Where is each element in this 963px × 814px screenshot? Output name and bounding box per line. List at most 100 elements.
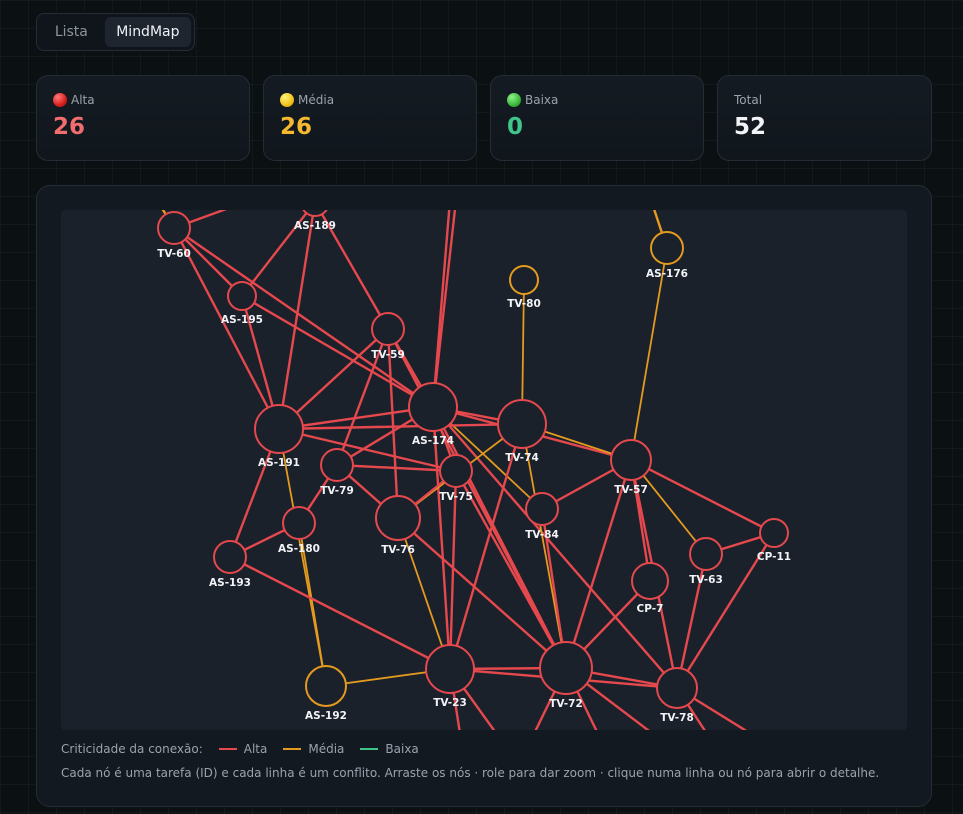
graph-node-label: AS-191 [258,457,300,469]
red-circle-icon [53,93,67,107]
graph-node-label: TV-75 [439,491,473,503]
graph-node-circle[interactable] [497,399,547,449]
stat-card-alta: Alta 26 [36,75,250,161]
conflict-link[interactable] [630,458,775,535]
help-text: Cada nó é uma tarefa (ID) e cada linha é… [61,766,880,780]
stat-card-total: Total 52 [717,75,932,161]
graph-node-circle[interactable] [371,312,405,346]
graph-node-label: AS-174 [412,435,454,447]
graph-node-circle[interactable] [689,537,723,571]
graph-node-label: TV-84 [525,529,559,541]
graph-node-circle[interactable] [227,281,257,311]
graph-node[interactable]: CP-11 [757,518,791,563]
graph-node-label: TV-23 [433,697,467,709]
green-circle-icon [507,93,521,107]
graph-node-circle[interactable] [254,404,304,454]
legend-title: Criticidade da conexão: [61,742,203,756]
graph-node[interactable]: AS-176 [646,231,688,280]
graph-node-circle[interactable] [375,495,421,541]
graph-node[interactable]: AS-193 [209,540,251,589]
graph-node-label: TV-80 [507,298,541,310]
mindmap-panel: TV-60 AS-189 AS-195 TV-59 TV-80 AS-176 AS-174 T… [36,185,932,807]
legend-item-alta: Alta [218,742,268,756]
mindmap-canvas[interactable]: TV-60 AS-189 AS-195 TV-59 TV-80 AS-176 AS-174 T… [61,210,907,730]
stat-label: Alta [71,93,95,107]
stat-label: Total [734,93,763,107]
graph-node[interactable]: TV-57 [610,439,652,496]
graph-node-circle[interactable] [539,641,593,695]
graph-node-label: AS-192 [305,710,347,722]
graph-node-label: TV-78 [660,712,694,724]
graph-node[interactable]: TV-75 [439,454,473,503]
yellow-circle-icon [280,93,294,107]
graph-node-circle[interactable] [509,265,539,295]
graph-node[interactable]: TV-59 [371,312,405,361]
stat-value: 0 [507,114,524,140]
graph-node[interactable]: AS-191 [254,404,304,469]
stat-label: Média [298,93,335,107]
graph-node-label: TV-72 [549,698,583,710]
stat-label: Baixa [525,93,559,107]
graph-node[interactable]: TV-76 [375,495,421,556]
legend-label: Média [308,742,345,756]
graph-node[interactable]: TV-74 [497,399,547,464]
graph-node-circle[interactable] [213,540,247,574]
conflict-link[interactable] [431,210,451,408]
graph-node-circle[interactable] [425,644,475,694]
tab-lista[interactable]: Lista [40,17,103,47]
graph-node[interactable]: TV-63 [689,537,723,586]
graph-node-label: TV-76 [381,544,415,556]
stat-value: 26 [53,114,86,140]
graph-node-label: AS-189 [294,220,336,232]
graph-node[interactable]: CP-7 [631,562,669,615]
graph-node[interactable]: TV-72 [539,641,593,710]
legend-swatch [283,748,302,750]
graph-node-circle[interactable] [650,231,684,265]
legend: Criticidade da conexão: Alta Média Baixa [61,742,419,756]
stat-value: 52 [734,114,767,140]
graph-node-circle[interactable] [525,492,559,526]
graph-node-circle[interactable] [439,454,473,488]
graph-node-label: AS-180 [278,543,320,555]
graph-node[interactable]: TV-79 [320,448,354,497]
graph-node-label: CP-11 [757,551,791,563]
graph-node-circle[interactable] [157,211,191,245]
view-tabs: Lista MindMap [36,13,195,51]
legend-label: Alta [243,742,268,756]
graph-node-circle[interactable] [305,665,347,707]
graph-node-label: AS-176 [646,268,688,280]
legend-label: Baixa [385,742,419,756]
graph-node-label: TV-59 [371,349,405,361]
graph-node[interactable]: AS-180 [278,506,320,555]
stat-card-baixa: Baixa 0 [490,75,704,161]
graph-node[interactable]: TV-84 [525,492,559,541]
legend-item-media: Média [283,742,344,756]
graph-node-label: TV-79 [320,485,354,497]
graph-node[interactable]: TV-78 [656,667,698,724]
graph-node-label: TV-60 [157,248,191,260]
graph-node-label: AS-193 [209,577,251,589]
graph-node[interactable]: AS-189 [294,210,336,232]
graph-node-circle[interactable] [759,518,789,548]
graph-node-circle[interactable] [610,439,652,481]
graph-node-circle[interactable] [282,506,316,540]
graph-node-label: TV-57 [614,484,648,496]
graph-node[interactable]: TV-60 [157,211,191,260]
graph-node-circle[interactable] [320,448,354,482]
graph-node-circle[interactable] [631,562,669,600]
tab-mindmap[interactable]: MindMap [104,17,191,47]
conflict-graph[interactable]: TV-60 AS-189 AS-195 TV-59 TV-80 AS-176 AS-174 T… [61,210,907,730]
graph-node-label: CP-7 [637,603,664,615]
graph-node[interactable]: AS-174 [408,382,458,447]
stat-card-media: Média 26 [263,75,477,161]
graph-node-label: TV-63 [689,574,723,586]
graph-node[interactable]: AS-192 [305,665,347,722]
graph-node-circle[interactable] [408,382,458,432]
graph-node[interactable]: TV-80 [507,265,541,310]
graph-node[interactable]: TV-23 [425,644,475,709]
graph-node-label: AS-195 [221,314,263,326]
legend-swatch [360,748,379,750]
graph-node-circle[interactable] [656,667,698,709]
legend-swatch [218,748,237,750]
stat-value: 26 [280,114,313,140]
